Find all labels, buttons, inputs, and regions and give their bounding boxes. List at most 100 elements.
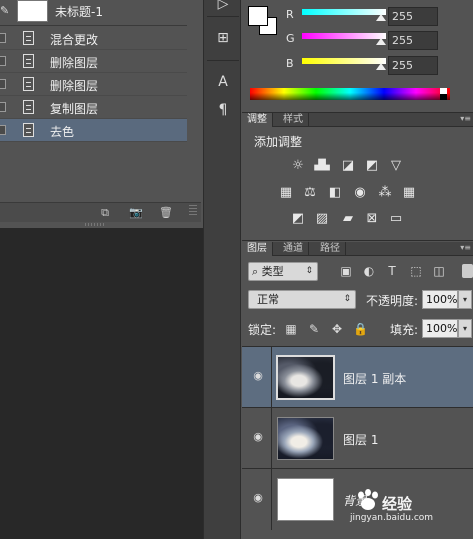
new-document-from-state-icon[interactable]: ⧉	[97, 206, 113, 220]
tab-adjustments[interactable]: 调整	[242, 113, 273, 127]
layer-name[interactable]: 图层 1	[343, 431, 378, 448]
adjustments-tabbar: 调整 样式 ▾≡	[242, 113, 473, 127]
panel-resize-grip[interactable]	[189, 205, 197, 215]
history-source-checkbox[interactable]	[0, 33, 6, 43]
foreground-color-swatch[interactable]	[248, 6, 268, 26]
history-item[interactable]: 复制图层	[0, 96, 187, 119]
selective-color-icon[interactable]: ⊠	[364, 211, 380, 226]
tab-layers[interactable]: 图层	[242, 242, 273, 256]
paragraph-panel-icon[interactable]: ¶	[213, 100, 233, 120]
channel-g-input[interactable]: 255	[388, 31, 438, 50]
opacity-input[interactable]: 100%	[422, 290, 458, 309]
shape-layer-filter-icon[interactable]: ⬚	[408, 263, 424, 279]
layer-thumbnail	[277, 417, 334, 460]
panel-menu-icon[interactable]: ▾≡	[460, 243, 471, 252]
exposure-icon[interactable]: ◩	[364, 158, 380, 173]
search-icon: ⌕	[252, 265, 259, 278]
fill-input[interactable]: 100%	[422, 319, 458, 338]
baidu-paw-icon	[358, 489, 378, 510]
filter-toggle-switch[interactable]	[462, 264, 473, 278]
history-item[interactable]: 混合更改	[0, 27, 187, 50]
character-panel-icon[interactable]: A	[213, 72, 233, 92]
history-source-checkbox[interactable]	[0, 56, 6, 66]
add-adjustment-title: 添加调整	[254, 135, 303, 149]
history-state-icon	[23, 31, 34, 45]
color-balance-icon[interactable]: ⚖	[302, 185, 318, 200]
watermark-url: jingyan.baidu.com	[350, 513, 434, 523]
threshold-icon[interactable]: ▰	[340, 211, 356, 226]
history-snapshot[interactable]: ✎ 未标题-1	[0, 0, 187, 26]
opacity-label: 不透明度:	[366, 294, 419, 308]
adjustments-panel: 调整 样式 ▾≡ 添加调整 ☼ ▟▙ ◪ ◩ ▽ ▦ ⚖ ◧ ◉ ⁂ ▦ ◩ ▨…	[242, 113, 473, 241]
posterize-icon[interactable]: ▨	[314, 211, 330, 226]
lock-position-icon[interactable]: ✥	[330, 322, 344, 336]
history-item-label: 混合更改	[50, 33, 99, 47]
lock-all-icon[interactable]: 🔒	[353, 322, 368, 336]
history-item[interactable]: 删除图层	[0, 50, 187, 73]
lock-label: 锁定:	[248, 323, 277, 337]
channel-mixer-icon[interactable]: ⁂	[377, 185, 393, 200]
brightness-contrast-icon[interactable]: ☼	[290, 158, 306, 173]
history-source-checkbox[interactable]	[0, 125, 6, 135]
fill-label: 填充:	[390, 323, 419, 337]
panel-dock-strip: ▷ ⊞ A ¶	[203, 0, 241, 539]
fill-dropdown[interactable]: ▾	[458, 319, 472, 338]
channel-r-slider[interactable]	[302, 9, 386, 15]
tab-channels[interactable]: 通道	[278, 242, 309, 256]
adjustment-layer-filter-icon[interactable]: ◐	[361, 263, 377, 279]
select-arrow-icon: ⇕	[305, 266, 313, 276]
tab-paths[interactable]: 路径	[315, 242, 346, 256]
lock-transparency-icon[interactable]: ▦	[284, 322, 298, 336]
camera-snapshot-icon[interactable]: 📷	[128, 206, 144, 220]
levels-icon[interactable]: ▟▙	[314, 158, 330, 173]
spectrum-black-swatch[interactable]	[440, 94, 447, 100]
snapshot-label: 未标题-1	[55, 5, 103, 19]
channel-r-handle[interactable]	[376, 14, 386, 21]
trash-icon[interactable]: 🗑	[158, 206, 174, 220]
invert-icon[interactable]: ◩	[290, 211, 306, 226]
black-white-icon[interactable]: ◧	[327, 185, 343, 200]
channel-r-input[interactable]: 255	[388, 7, 438, 26]
curves-icon[interactable]: ◪	[340, 158, 356, 173]
layer-filter-select[interactable]: ⌕ 类型 ⇕	[248, 262, 318, 281]
channel-g-slider[interactable]	[302, 33, 386, 39]
history-brush-icon[interactable]: ✎	[0, 4, 9, 18]
history-item-selected[interactable]: 去色	[0, 119, 187, 142]
history-source-checkbox[interactable]	[0, 79, 6, 89]
layer-name[interactable]: 图层 1 副本	[343, 370, 406, 387]
panel-resize-grip-horizontal[interactable]	[85, 223, 105, 226]
lock-image-pixels-icon[interactable]: ✎	[307, 322, 321, 336]
canvas-background	[0, 228, 203, 539]
vibrance-icon[interactable]: ▽	[388, 158, 404, 173]
visibility-eye-icon[interactable]: ◉	[251, 492, 265, 503]
actions-panel-icon[interactable]: ▷	[213, 0, 233, 14]
channel-b-slider[interactable]	[302, 58, 386, 64]
channel-b-handle[interactable]	[376, 63, 386, 70]
panel-menu-icon[interactable]: ▾≡	[460, 114, 471, 123]
visibility-eye-icon[interactable]: ◉	[251, 370, 265, 381]
history-source-checkbox[interactable]	[0, 102, 6, 112]
tab-styles[interactable]: 样式	[278, 113, 309, 127]
color-lookup-icon[interactable]: ▦	[401, 185, 417, 200]
layer-thumbnail	[277, 478, 334, 521]
history-item[interactable]: 删除图层	[0, 73, 187, 96]
visibility-eye-icon[interactable]: ◉	[251, 431, 265, 442]
history-item-label: 去色	[50, 125, 75, 139]
blend-mode-select[interactable]: 正常 ⇕	[248, 290, 356, 309]
channel-g-label: G	[286, 32, 295, 45]
layer-row[interactable]: ◉ 图层 1 副本	[242, 346, 473, 408]
layer-filter-label: 类型	[261, 265, 284, 278]
opacity-dropdown[interactable]: ▾	[458, 290, 472, 309]
channel-b-input[interactable]: 255	[388, 56, 438, 75]
channel-g-handle[interactable]	[376, 38, 386, 45]
smart-object-filter-icon[interactable]: ◫	[431, 263, 447, 279]
gradient-map-icon[interactable]: ▭	[388, 211, 404, 226]
history-state-icon	[23, 54, 34, 68]
pixel-layer-filter-icon[interactable]: ▣	[338, 263, 354, 279]
hue-saturation-icon[interactable]: ▦	[278, 185, 294, 200]
color-spectrum-ramp[interactable]	[250, 88, 450, 100]
photo-filter-icon[interactable]: ◉	[352, 185, 368, 200]
layer-row[interactable]: ◉ 图层 1	[242, 407, 473, 469]
properties-panel-icon[interactable]: ⊞	[213, 28, 233, 48]
type-layer-filter-icon[interactable]: T	[384, 263, 400, 279]
